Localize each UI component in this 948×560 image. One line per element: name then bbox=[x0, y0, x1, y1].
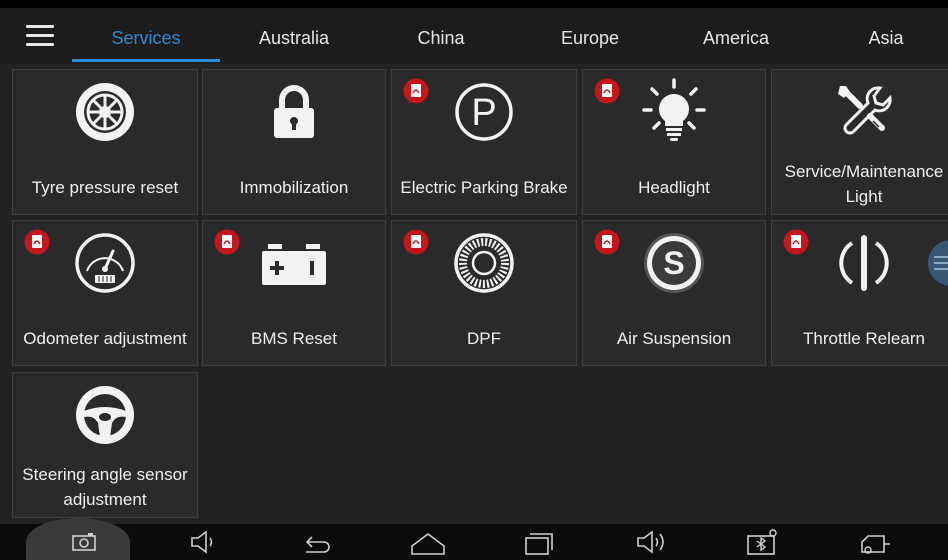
tab-china[interactable]: China bbox=[392, 8, 490, 64]
function-label: Odometer adjustment bbox=[23, 329, 187, 348]
screenshot-icon[interactable] bbox=[64, 524, 104, 560]
function-immobilization[interactable]: Immobilization bbox=[202, 69, 386, 215]
function-label: Air Suspension bbox=[616, 329, 732, 348]
tab-asia[interactable]: Asia bbox=[842, 8, 930, 64]
function-steering-angle-sensor-adjustment[interactable]: Steering angle sensor adjustment bbox=[12, 372, 198, 518]
function-throttle-relearn[interactable]: Throttle Relearn bbox=[771, 220, 948, 366]
suspension-s-icon: S bbox=[644, 233, 704, 293]
function-label: Steering angle sensor bbox=[22, 465, 188, 484]
pdf-icon[interactable] bbox=[783, 229, 809, 255]
function-label: DPF bbox=[467, 329, 501, 348]
tab-america[interactable]: America bbox=[680, 8, 792, 64]
function-headlight[interactable]: Headlight bbox=[582, 69, 766, 215]
function-dpf[interactable]: DPF bbox=[391, 220, 577, 366]
tab-services[interactable]: Services bbox=[72, 8, 220, 64]
function-label: Tyre pressure reset bbox=[31, 178, 179, 197]
tab-europe[interactable]: Europe bbox=[540, 8, 640, 64]
steering-wheel-icon bbox=[76, 386, 134, 444]
pdf-icon[interactable] bbox=[24, 229, 50, 255]
tyre-icon bbox=[76, 83, 134, 141]
padlock-icon bbox=[274, 85, 314, 138]
volume-down-icon[interactable] bbox=[186, 524, 222, 560]
function-label: Service/Maintenance bbox=[784, 162, 944, 181]
tab-australia[interactable]: Australia bbox=[238, 8, 350, 64]
home-icon[interactable] bbox=[406, 524, 450, 560]
pdf-icon[interactable] bbox=[594, 229, 620, 255]
function-bms-reset[interactable]: BMS Reset bbox=[202, 220, 386, 366]
function-label: Light bbox=[845, 187, 883, 206]
function-odometer-adjustment[interactable]: Odometer adjustment bbox=[12, 220, 198, 366]
vci-vehicle-icon[interactable] bbox=[856, 524, 896, 560]
bulb-icon bbox=[642, 78, 706, 141]
function-electric-parking-brake[interactable]: P Electric Parking Brake bbox=[391, 69, 577, 215]
dpf-filter-icon bbox=[454, 233, 514, 293]
function-air-suspension[interactable]: S Air Suspension bbox=[582, 220, 766, 366]
app-screen: Services Australia China Europe America … bbox=[0, 8, 948, 560]
hamburger-menu-icon[interactable] bbox=[24, 22, 56, 50]
function-label: Electric Parking Brake bbox=[400, 178, 568, 197]
function-label: Immobilization bbox=[239, 178, 349, 197]
function-label: adjustment bbox=[63, 490, 147, 509]
odometer-gauge-icon bbox=[75, 233, 135, 293]
svg-text:P: P bbox=[471, 92, 496, 134]
function-tyre-pressure-reset[interactable]: Tyre pressure reset bbox=[12, 69, 198, 215]
pdf-icon[interactable] bbox=[403, 229, 429, 255]
function-service-maintenance-light[interactable]: Service/Maintenance Light bbox=[771, 69, 948, 215]
function-label: Headlight bbox=[638, 178, 710, 197]
wrench-screwdriver-icon bbox=[838, 86, 892, 135]
throttle-icon bbox=[839, 235, 889, 291]
pdf-icon[interactable] bbox=[403, 78, 429, 104]
volume-up-icon[interactable] bbox=[632, 524, 672, 560]
region-tab-bar: Services Australia China Europe America … bbox=[0, 8, 948, 64]
active-tab-indicator bbox=[72, 59, 220, 62]
bluetooth-vci-icon[interactable] bbox=[742, 524, 782, 560]
pdf-icon[interactable] bbox=[594, 78, 620, 104]
pdf-icon[interactable] bbox=[214, 229, 240, 255]
parking-p-icon: P bbox=[455, 83, 513, 141]
back-icon[interactable] bbox=[296, 524, 336, 560]
recent-apps-icon[interactable] bbox=[518, 524, 558, 560]
system-navigation-bar bbox=[0, 518, 948, 560]
function-label: Throttle Relearn bbox=[803, 329, 925, 348]
function-label: BMS Reset bbox=[251, 329, 337, 348]
battery-icon bbox=[262, 244, 326, 285]
svg-text:S: S bbox=[663, 245, 684, 281]
